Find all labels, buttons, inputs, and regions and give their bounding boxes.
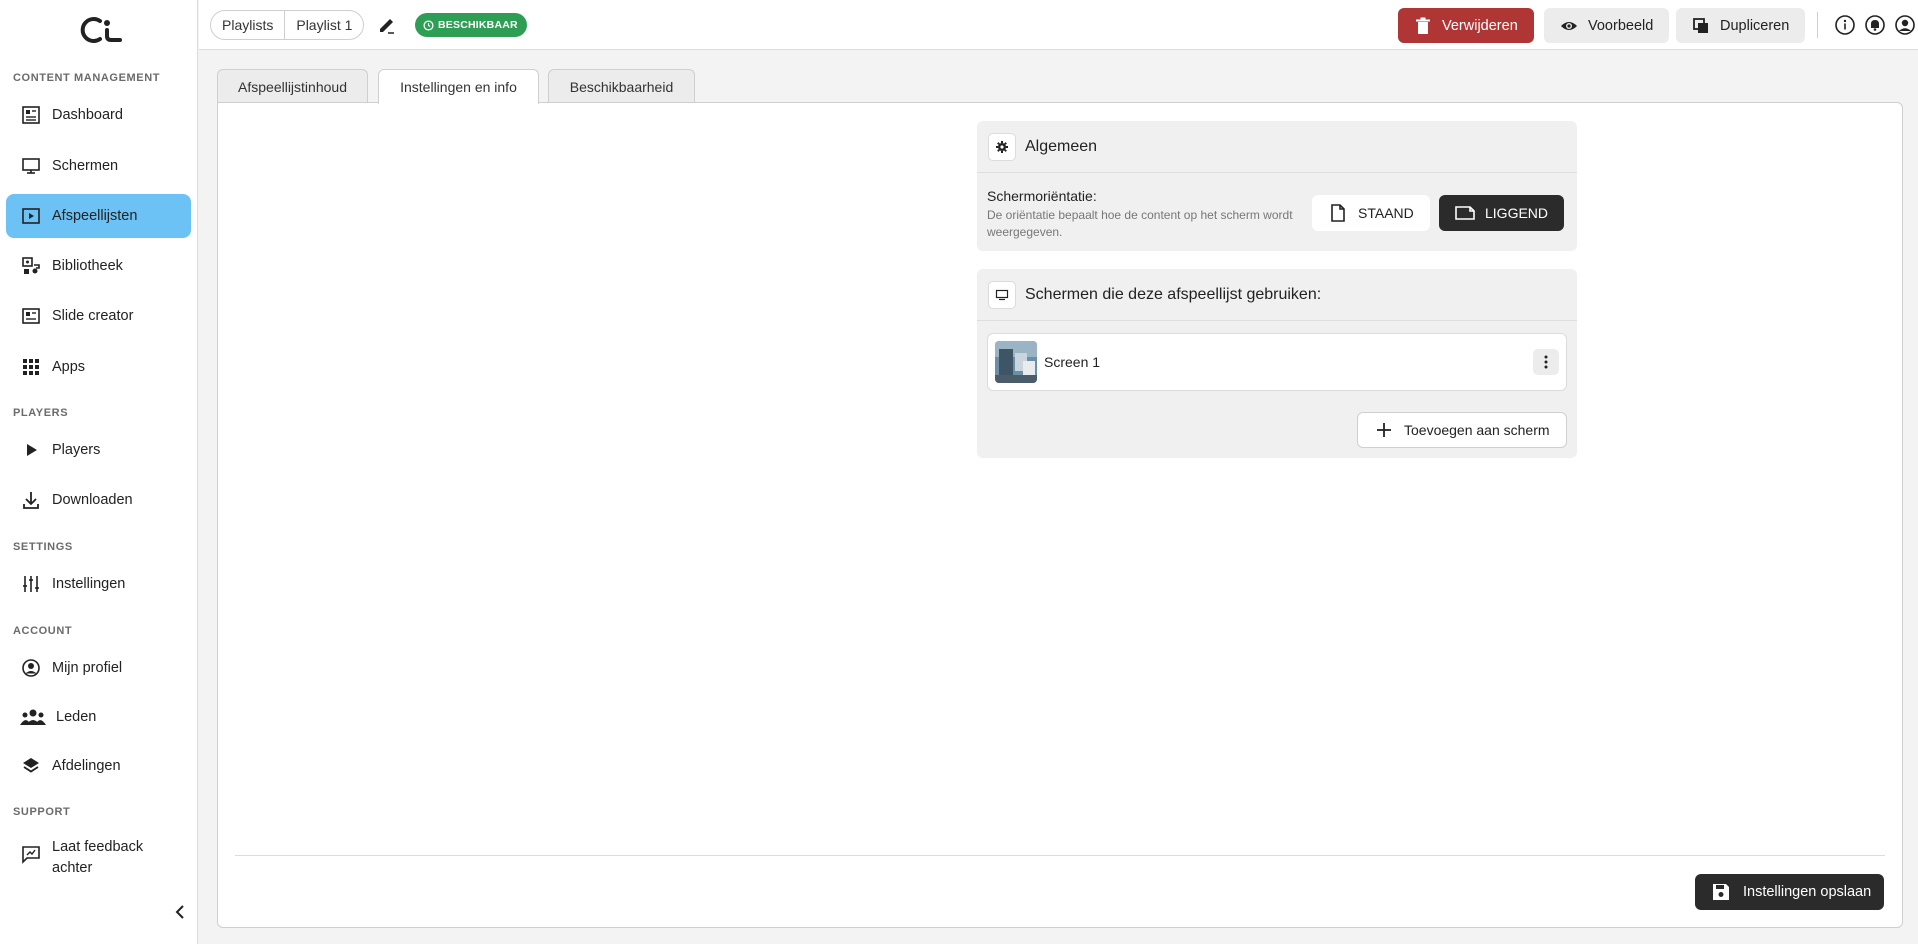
monitor-icon — [988, 280, 1016, 309]
general-card: Algemeen Schermoriëntatie: De oriëntatie… — [977, 121, 1577, 251]
monitor-icon — [20, 155, 42, 177]
apps-grid-icon — [20, 356, 42, 378]
sidebar-item-label: Bibliotheek — [52, 258, 123, 274]
more-options-button[interactable] — [1533, 349, 1559, 375]
tab-beschikbaarheid[interactable]: Beschikbaarheid — [548, 69, 695, 103]
ci-logo[interactable] — [74, 14, 124, 46]
sidebar-item-label: Mijn profiel — [52, 660, 123, 676]
top-bar: Playlists Playlist 1 BESCHIKBAAR Verwijd… — [199, 0, 1918, 50]
pencil-icon[interactable] — [376, 14, 398, 36]
orientation-label: Schermoriëntatie: — [987, 188, 1097, 204]
feedback-icon — [20, 843, 42, 865]
media-library-icon — [20, 255, 42, 277]
sidebar: CONTENT MANAGEMENT Dashboard Schermen Af… — [0, 0, 198, 944]
floppy-disk-icon — [1713, 884, 1729, 900]
section-content-management: CONTENT MANAGEMENT — [13, 72, 161, 84]
general-title: Algemeen — [1025, 137, 1098, 155]
screens-title: Schermen die deze afspeellijst gebruiken… — [1025, 285, 1322, 303]
sidebar-item-label: Players — [52, 442, 101, 458]
dashboard-icon — [20, 104, 42, 126]
download-icon — [20, 489, 42, 511]
copy-icon — [1693, 17, 1708, 33]
playlist-icon — [20, 205, 42, 227]
preview-button[interactable]: Voorbeeld — [1544, 8, 1670, 43]
sidebar-item-label: Dashboard — [52, 107, 123, 123]
sidebar-item-feedback[interactable]: Laat feedback achter — [6, 833, 191, 881]
user-circle-icon — [20, 657, 42, 679]
sidebar-item-label: Apps — [52, 359, 86, 375]
screen-name: Screen 1 — [1044, 354, 1101, 370]
sidebar-item-label: Instellingen — [52, 576, 126, 592]
group-icon — [20, 706, 46, 728]
section-players: PLAYERS — [13, 407, 69, 419]
sidebar-item-mijn-profiel[interactable]: Mijn profiel — [6, 646, 191, 690]
screen-thumbnail — [995, 341, 1037, 383]
section-support: SUPPORT — [13, 806, 71, 818]
portrait-button[interactable]: STAAND — [1312, 195, 1430, 231]
footer-divider — [235, 855, 1885, 856]
kebab-menu-icon — [1544, 355, 1548, 369]
bell-icon[interactable] — [1864, 14, 1886, 36]
breadcrumb-playlist-1[interactable]: Playlist 1 — [284, 11, 363, 39]
gear-icon — [988, 132, 1016, 161]
tab-instellingen-en-info[interactable]: Instellingen en info — [378, 69, 539, 104]
add-to-screen-button[interactable]: Toevoegen aan scherm — [1357, 412, 1567, 448]
general-card-header: Algemeen — [977, 121, 1577, 173]
sidebar-item-label: Afspeellijsten — [52, 208, 138, 224]
trash-icon — [1416, 17, 1430, 34]
delete-button[interactable]: Verwijderen — [1398, 8, 1534, 43]
portrait-page-icon — [1331, 204, 1345, 222]
save-settings-button[interactable]: Instellingen opslaan — [1695, 874, 1884, 910]
sidebar-item-label: Leden — [56, 709, 97, 725]
play-icon — [20, 439, 42, 461]
plus-icon — [1377, 423, 1391, 437]
sidebar-item-dashboard[interactable]: Dashboard — [6, 93, 191, 137]
info-icon[interactable] — [1834, 14, 1856, 36]
landscape-button[interactable]: LIGGEND — [1439, 195, 1565, 231]
orientation-description: De oriëntatie bepaalt hoe de content op … — [987, 208, 1293, 239]
sidebar-item-players[interactable]: Players — [6, 428, 191, 472]
breadcrumb: Playlists Playlist 1 — [210, 10, 365, 40]
sidebar-item-instellingen[interactable]: Instellingen — [6, 562, 191, 606]
sidebar-item-label: Schermen — [52, 158, 119, 174]
status-badge: BESCHIKBAAR — [415, 13, 527, 37]
eye-icon — [1561, 21, 1577, 30]
duplicate-button[interactable]: Dupliceren — [1676, 8, 1806, 43]
sidebar-item-leden[interactable]: Leden — [6, 695, 191, 739]
breadcrumb-playlists[interactable]: Playlists — [211, 11, 284, 39]
screens-card: Schermen die deze afspeellijst gebruiken… — [977, 269, 1577, 458]
sidebar-item-label: Laat feedback achter — [52, 839, 144, 876]
list-item[interactable]: Screen 1 — [987, 333, 1567, 391]
sidebar-item-schermen[interactable]: Schermen — [6, 144, 191, 188]
sidebar-item-slide-creator[interactable]: Slide creator — [6, 294, 191, 338]
screens-card-header: Schermen die deze afspeellijst gebruiken… — [977, 269, 1577, 321]
sidebar-item-apps[interactable]: Apps — [6, 345, 191, 389]
clock-icon — [423, 19, 434, 31]
landscape-page-icon — [1455, 206, 1475, 220]
section-settings: SETTINGS — [13, 541, 73, 553]
layers-icon — [20, 755, 42, 777]
slide-icon — [20, 305, 42, 327]
divider — [1817, 12, 1818, 38]
sidebar-item-downloaden[interactable]: Downloaden — [6, 478, 191, 522]
collapse-sidebar-icon[interactable] — [170, 902, 190, 922]
user-circle-icon[interactable] — [1894, 14, 1916, 36]
orientation-row: Schermoriëntatie: De oriëntatie bepaalt … — [977, 173, 1577, 251]
sidebar-item-afspeellijsten[interactable]: Afspeellijsten — [6, 194, 191, 238]
sidebar-item-bibliotheek[interactable]: Bibliotheek — [6, 244, 191, 288]
sidebar-item-label: Afdelingen — [52, 758, 121, 774]
sidebar-item-afdelingen[interactable]: Afdelingen — [6, 744, 191, 788]
sliders-icon — [20, 573, 42, 595]
main-panel: Algemeen Schermoriëntatie: De oriëntatie… — [217, 102, 1903, 928]
sidebar-item-label: Slide creator — [52, 308, 134, 324]
tab-afspeellijstinhoud[interactable]: Afspeellijstinhoud — [217, 69, 368, 103]
section-account: ACCOUNT — [13, 625, 73, 637]
sidebar-item-label: Downloaden — [52, 492, 133, 508]
